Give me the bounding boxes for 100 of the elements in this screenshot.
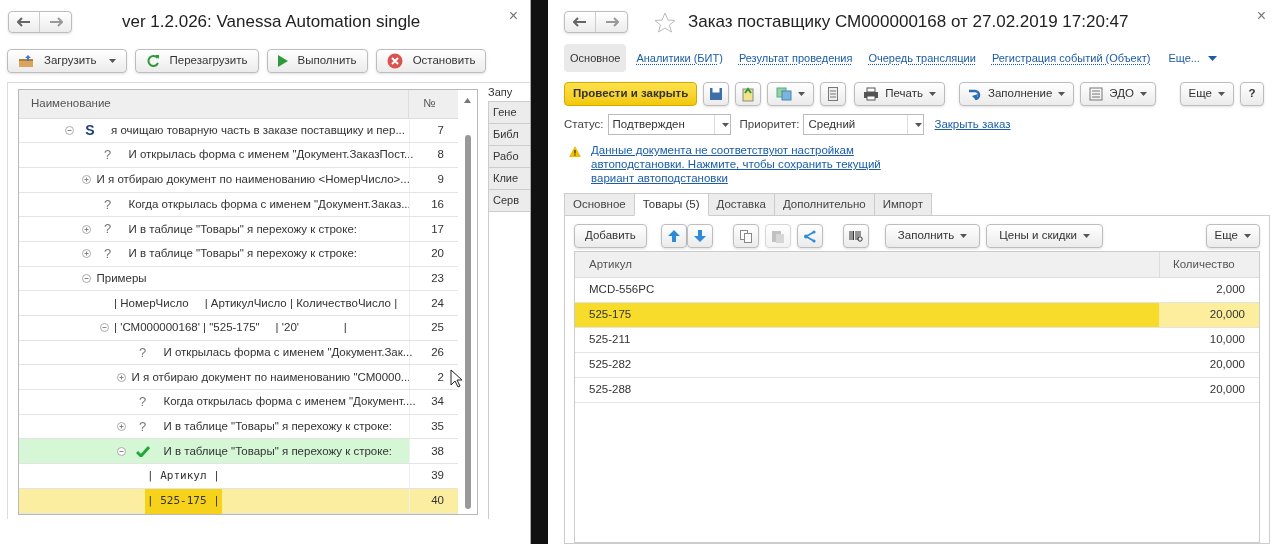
move-up-button[interactable] [660, 224, 687, 248]
expand-icon[interactable] [82, 175, 91, 185]
priority-select[interactable]: Средний [803, 114, 925, 135]
collapse-icon[interactable] [82, 273, 91, 283]
add-button[interactable]: Добавить [574, 224, 647, 248]
side-tab[interactable]: Библ [488, 123, 530, 146]
prices-button[interactable]: Цены и скидки [986, 224, 1103, 248]
close-button[interactable]: × [1256, 4, 1270, 28]
section-tab[interactable]: Аналитики (БИТ) [630, 44, 729, 72]
table-cell-text: MCD-556PC [588, 282, 656, 298]
box-upload-icon [18, 54, 34, 68]
toolbar-button[interactable]: Перезагрузить [134, 49, 259, 73]
forward-arrow-icon [604, 17, 619, 27]
line-number: 38 [431, 443, 444, 459]
tab[interactable]: Основное [564, 193, 635, 216]
line-number: 40 [431, 493, 444, 509]
step-text: И я отбираю документ по наименованию "СМ0000... [131, 369, 411, 385]
caret-icon [915, 122, 923, 127]
side-tab[interactable]: Серв [488, 189, 530, 212]
step-marker: ? [103, 220, 112, 239]
move-down-button[interactable] [686, 224, 713, 248]
collapse-icon[interactable] [99, 323, 109, 333]
post-button[interactable] [735, 82, 762, 106]
warning-link[interactable]: Данные документа не соответствуют настройкам автоподстановки. Нажмите, чтобы сохранить текущий вариант автоподстановки [591, 143, 896, 185]
expand-icon[interactable] [117, 372, 126, 382]
table-row-text: | 525-175 | [145, 488, 222, 514]
paste-button[interactable] [764, 224, 791, 248]
help-button[interactable]: ? [1240, 82, 1264, 106]
line-number: 39 [431, 468, 444, 484]
collapse-icon[interactable] [117, 446, 126, 456]
barcode-button[interactable] [842, 224, 869, 248]
line-number: 7 [437, 122, 444, 138]
copy-button[interactable] [732, 224, 759, 248]
section-tab[interactable]: Регистрация событий (Объект) [985, 44, 1157, 72]
fill-button[interactable]: Заполнить [884, 224, 981, 248]
step-text: Когда открылась форма с именем "Документ.Заказ... [128, 196, 411, 212]
expand-icon[interactable] [82, 249, 91, 259]
more-button[interactable]: Еще [1205, 224, 1260, 248]
reload-icon [145, 54, 160, 68]
side-tab[interactable]: Гене [488, 101, 530, 124]
caret-icon [1218, 92, 1225, 96]
up-arrow-icon [667, 230, 680, 242]
edo-button[interactable]: ЭДО [1080, 82, 1156, 106]
close-order-link[interactable]: Закрыть заказ [934, 115, 1011, 134]
close-button[interactable]: × [508, 4, 518, 28]
status-select[interactable]: Подтвержден [607, 114, 731, 135]
create-based-button[interactable] [767, 82, 815, 106]
column-header[interactable]: Наименование [19, 90, 409, 118]
scrollbar-thumb[interactable] [464, 135, 471, 509]
toolbar-button[interactable]: Выполнить [266, 49, 368, 73]
more-link[interactable]: Еще... [1168, 49, 1217, 67]
step-marker: ? [138, 417, 147, 436]
column-header[interactable]: Количество [1159, 252, 1259, 277]
collapse-icon[interactable] [64, 125, 74, 135]
printer-icon [863, 87, 880, 101]
list-icon [828, 87, 839, 101]
table-cell-text: 525-282 [588, 357, 633, 373]
print-button[interactable]: Печать [854, 82, 945, 106]
caret-icon [1139, 92, 1147, 96]
toolbar-button[interactable]: Загрузить [7, 49, 127, 73]
expand-icon[interactable] [117, 422, 126, 431]
side-tab[interactable]: Клие [488, 167, 530, 190]
step-text: И открылась форма с именем "Документ.Зак... [163, 344, 413, 360]
table-cell-text: 10,000 [1208, 332, 1246, 348]
scroll-up-arrow-icon[interactable] [464, 98, 471, 103]
post-and-close-button[interactable]: Провести и закрыть [564, 82, 698, 106]
caret-icon [1244, 234, 1251, 238]
expand-icon[interactable] [82, 224, 91, 234]
step-marker: ? [103, 245, 112, 264]
back-arrow-icon [573, 17, 587, 27]
section-tab[interactable]: Результат проведения [732, 44, 859, 72]
save-button[interactable] [703, 82, 730, 106]
documents-icon [776, 87, 793, 101]
line-number: 25 [431, 320, 444, 336]
toolbar-button[interactable]: Остановить [375, 49, 487, 73]
column-header[interactable]: Артикул [575, 252, 1159, 277]
step-marker: ? [103, 195, 112, 214]
column-header[interactable]: № [409, 90, 458, 118]
share-button[interactable] [796, 224, 823, 248]
check-icon [135, 445, 150, 457]
paste-icon [771, 229, 784, 243]
window-title: ver 1.2.026: Vanessa Automation single [122, 11, 421, 34]
step-marker: ? [138, 343, 147, 362]
copy-icon [739, 229, 752, 243]
caret-icon [929, 92, 936, 96]
step-marker: ? [103, 146, 112, 165]
section-tab[interactable]: Очередь трансляции [862, 44, 982, 72]
caret-icon [798, 92, 806, 96]
report-button[interactable] [820, 82, 847, 106]
more-button[interactable]: Еще [1179, 82, 1234, 106]
window-title: Заказ поставщику СМ000000168 от 27.02.2019 17:20:47 [688, 11, 1129, 34]
star-icon[interactable] [654, 11, 676, 33]
tab[interactable]: Товары (5) [633, 193, 709, 216]
section-tab[interactable]: Основное [564, 44, 627, 72]
fill-button[interactable]: Заполнение [959, 82, 1075, 106]
line-number: 9 [437, 172, 444, 188]
curved-arrow-icon [968, 88, 982, 100]
line-number: 17 [431, 221, 444, 237]
side-tab[interactable]: Рабо [488, 145, 530, 168]
table-cell-text: 525-211 [588, 332, 632, 348]
